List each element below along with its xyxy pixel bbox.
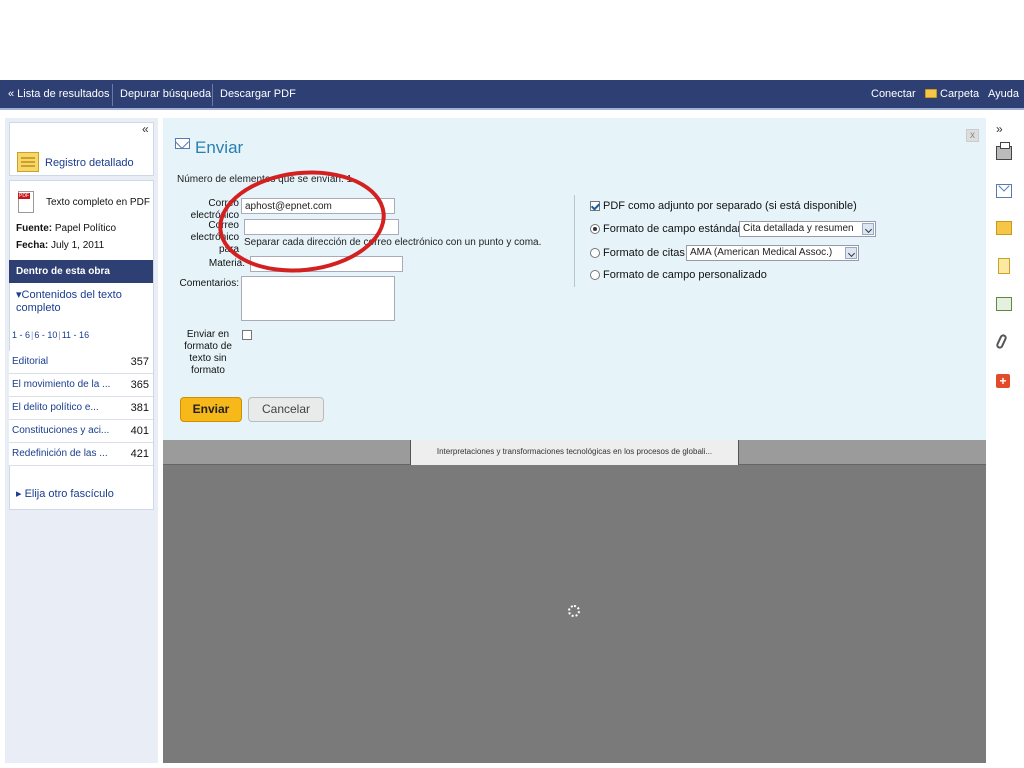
pdf-attach-label: PDF como adjunto por separado (si está d… [603,200,857,212]
chevron-down-icon [862,223,874,235]
toc-row[interactable]: El movimiento de la ... 365 [9,374,153,397]
share-plus-icon[interactable]: + [996,374,1010,388]
viewer-tab-bar: Interpretaciones y transformaciones tecn… [163,440,986,465]
plain-text-label: Enviar en formato de texto sin formato [184,329,232,376]
download-pdf-link[interactable]: Descargar PDF [212,80,304,108]
envelope-icon [175,138,190,149]
top-nav-bar: « Lista de resultados Depurar búsqueda D… [0,80,1024,110]
table-of-contents: Editorial 357 El movimiento de la ... 365 … [9,351,153,466]
toc-row[interactable]: Redefinición de las ... 421 [9,443,153,466]
toc-row[interactable]: Editorial 357 [9,351,153,374]
date-value: July 1, 2011 [51,240,105,251]
standard-format-value: Cita detallada y resumen [743,223,854,234]
close-button[interactable]: x [966,129,979,142]
toc-row[interactable]: El delito político e... 381 [9,397,153,420]
within-work-header: Dentro de esta obra [9,260,153,283]
refine-search-link[interactable]: Depurar búsqueda [112,80,219,108]
from-email-label: Correo electrónico [190,198,239,221]
page-range-link[interactable]: 6 - 10 [34,330,57,340]
plain-text-checkbox[interactable] [242,330,252,340]
toc-title[interactable]: El delito político e... [12,402,99,413]
email-dialog: Enviar x Número de elementos que se enví… [163,118,986,440]
comments-label: Comentarios: [179,278,239,289]
item-count: Número de elementos que se envían: 1 [177,174,353,185]
toc-page: 421 [130,448,149,460]
toc-title[interactable]: Redefinición de las ... [12,448,108,459]
cancel-button[interactable]: Cancelar [248,397,324,422]
dialog-title: Enviar [195,138,244,157]
toc-page: 357 [130,356,149,368]
standard-format-radio[interactable] [590,224,600,234]
viewer-document-tab[interactable]: Interpretaciones y transformaciones tecn… [410,440,739,465]
custom-format-radio[interactable] [590,270,600,280]
email-icon[interactable] [996,184,1012,198]
permalink-icon[interactable] [995,333,1008,350]
date-line: Fecha: July 1, 2011 [16,240,104,251]
cite-note-icon[interactable] [998,258,1010,274]
right-toolbar: » + [990,118,1020,763]
to-email-input[interactable] [244,219,399,235]
folder-label: Carpeta [940,88,980,100]
citation-format-select[interactable]: AMA (American Medical Assoc.) [686,245,859,261]
date-label: Fecha: [16,240,49,251]
loading-spinner-icon [568,605,580,617]
subject-label: Materia: [208,258,245,269]
citation-format-radio[interactable] [590,248,600,258]
toc-title[interactable]: Constituciones y aci... [12,425,109,436]
page-range-link[interactable]: 1 - 6 [12,330,30,340]
citation-format-label: Formato de citas [603,247,685,259]
document-viewer: Interpretaciones y transformaciones tecn… [163,440,986,763]
page-range-pager: 1 - 6|6 - 10|11 - 16 [12,330,90,340]
source-label: Fuente: [16,223,53,234]
standard-format-label: Formato de campo estándar [603,223,742,235]
citation-format-value: AMA (American Medical Assoc.) [690,247,833,258]
detailed-record-link[interactable]: Registro detallado [45,157,134,169]
triangle-right-icon: ▸ [16,488,25,500]
send-button[interactable]: Enviar [180,397,242,422]
pdf-attach-checkbox[interactable] [590,201,600,211]
toc-title[interactable]: Editorial [12,356,48,367]
folder-icon [925,89,937,98]
help-link[interactable]: Ayuda [980,80,1024,108]
print-icon[interactable] [996,142,1012,160]
app-root: « Lista de resultados Depurar búsqueda D… [0,0,1024,768]
column-divider [574,195,575,287]
other-issue-label: Elija otro fascículo [24,488,114,500]
export-icon[interactable] [996,297,1012,311]
toc-page: 381 [130,402,149,414]
collapse-sidebar-button[interactable]: « [142,122,149,136]
toc-row[interactable]: Constituciones y aci... 401 [9,420,153,443]
contents-label: Contenidos del texto completo [16,289,122,314]
to-email-label: Correo electrónico para [190,220,239,255]
pdf-icon [18,191,34,213]
toc-page: 401 [130,425,149,437]
connect-link[interactable]: Conectar [863,80,924,108]
from-email-input[interactable] [241,198,395,214]
source-line: Fuente: Papel Político [16,223,116,234]
expand-toolbar-button[interactable]: » [996,122,1003,136]
full-text-pdf-link[interactable]: Texto completo en PDF [46,197,150,208]
detailed-record-icon [17,152,39,172]
back-to-results-link[interactable]: « Lista de resultados [0,80,118,108]
folder-link[interactable]: Carpeta [917,80,987,108]
page-range-link[interactable]: 11 - 16 [62,330,89,340]
chevron-down-icon [845,247,857,259]
source-value: Papel Político [54,223,117,234]
folder-add-icon[interactable] [996,221,1012,235]
toc-page: 365 [130,379,149,391]
email-separator-help: Separar cada dirección de correo electró… [244,237,542,248]
comments-textarea[interactable] [241,276,395,321]
toc-title[interactable]: El movimiento de la ... [12,379,110,390]
contents-toggle[interactable]: ▾Contenidos del texto completo [16,289,146,315]
other-issue-link[interactable]: ▸ Elija otro fascículo [16,487,114,500]
subject-input[interactable] [250,256,403,272]
standard-format-select[interactable]: Cita detallada y resumen [739,221,876,237]
custom-format-label: Formato de campo personalizado [603,269,767,281]
